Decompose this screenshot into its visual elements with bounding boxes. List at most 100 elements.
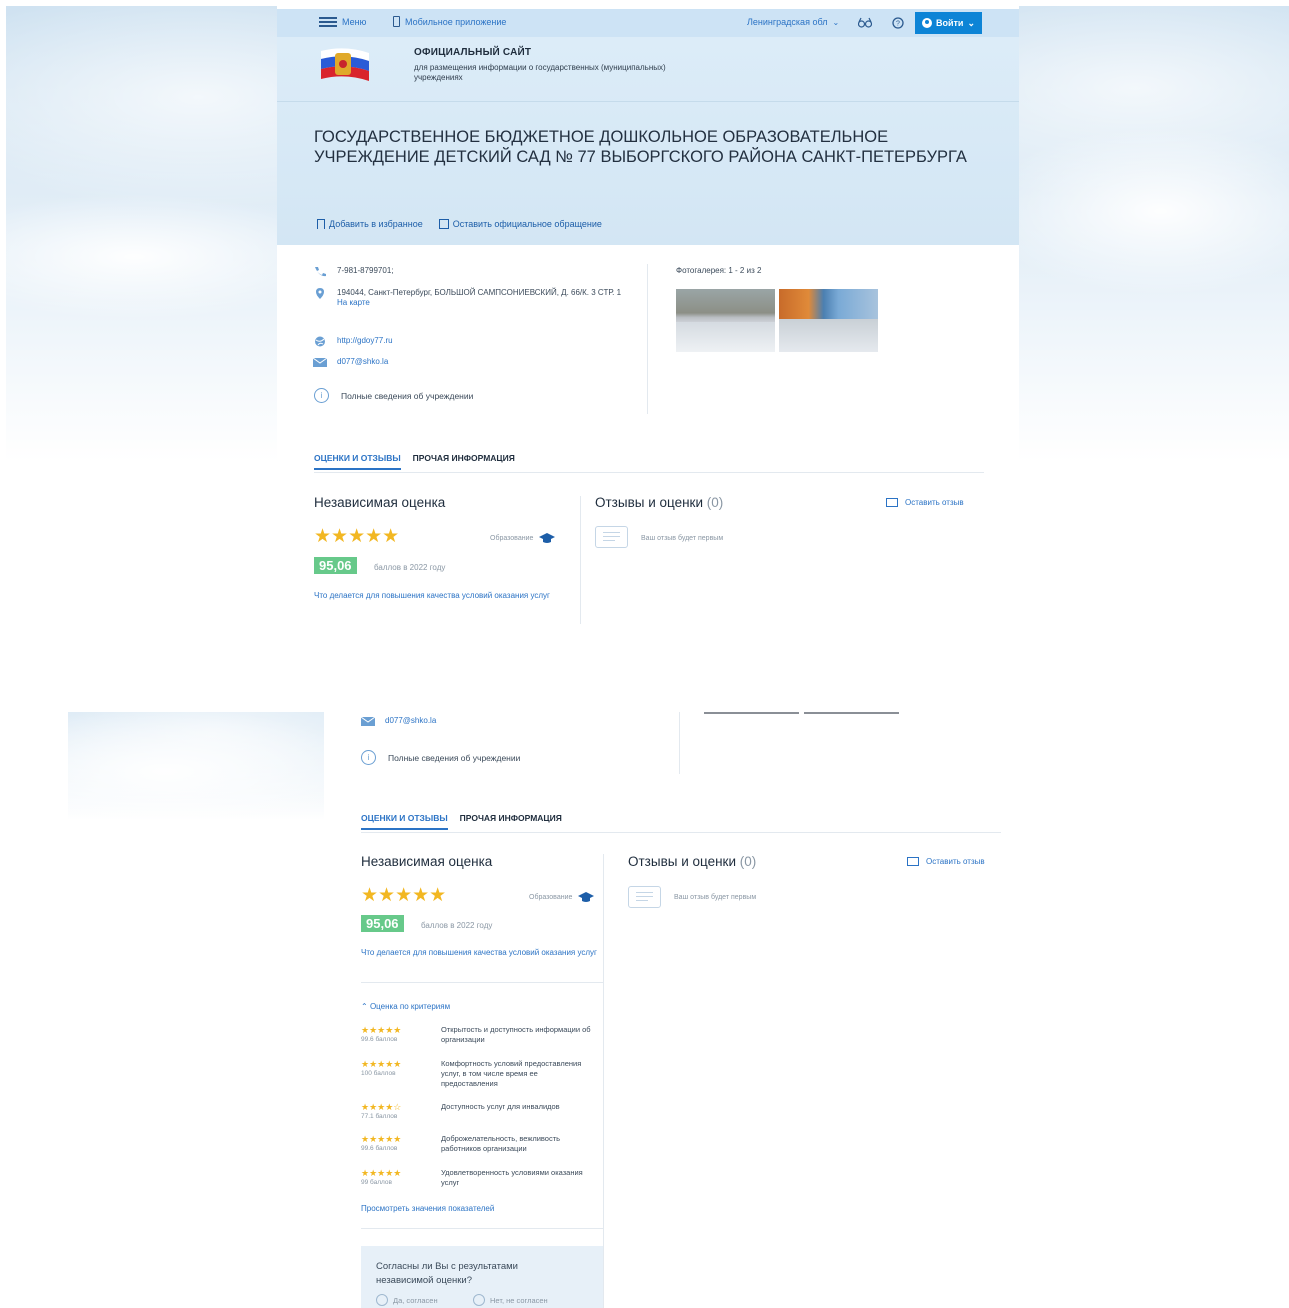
criterion-points: 77.1 баллов bbox=[361, 1113, 398, 1120]
criterion-stars: ★★★★★ bbox=[361, 1025, 402, 1035]
agree-panel: Согласны ли Вы с результатами независимо… bbox=[361, 1246, 604, 1308]
agree-yes-option[interactable]: Да, согласен bbox=[376, 1294, 438, 1306]
reviews-heading: Отзывы и оценки (0) bbox=[628, 854, 756, 869]
location-pin-icon bbox=[316, 288, 324, 299]
category-label: Образование bbox=[529, 893, 573, 901]
email-link[interactable]: d077@shko.la bbox=[337, 357, 388, 366]
quality-improvement-link[interactable]: Что делается для повышения качества усло… bbox=[361, 947, 601, 958]
svg-text:?: ? bbox=[896, 21, 900, 28]
leave-review-button[interactable]: Оставить отзыв bbox=[907, 857, 985, 866]
add-favorite-label: Добавить в избранное bbox=[329, 219, 423, 229]
gallery-photo-2[interactable] bbox=[779, 289, 878, 352]
gallery-photo-2-edge bbox=[804, 712, 899, 714]
agree-no-option[interactable]: Нет, не согласен bbox=[473, 1294, 548, 1306]
independent-score-heading: Независимая оценка bbox=[361, 854, 493, 869]
agree-question: Согласны ли Вы с результатами независимо… bbox=[376, 1261, 518, 1286]
score-stars: ★★★★★ bbox=[361, 886, 446, 905]
login-label: Войти bbox=[935, 18, 964, 28]
quality-improvement-link[interactable]: Что делается для повышения качества усло… bbox=[314, 590, 554, 601]
full-info-link[interactable]: i Полные сведения об учреждении bbox=[361, 750, 520, 765]
contacts-divider bbox=[679, 712, 680, 774]
contacts-divider bbox=[647, 264, 648, 414]
leave-review-label: Оставить отзыв bbox=[926, 857, 985, 866]
score-value-badge: 95,06 bbox=[314, 557, 357, 574]
full-info-label: Полные сведения об учреждении bbox=[341, 390, 474, 401]
criterion-label: Доброжелательность, вежливость работнико… bbox=[441, 1134, 561, 1153]
tabs: ОЦЕНКИ И ОТЗЫВЫ ПРОЧАЯ ИНФОРМАЦИЯ bbox=[361, 813, 562, 830]
header-divider bbox=[277, 101, 1019, 102]
full-info-label: Полные сведения об учреждении bbox=[388, 752, 521, 763]
view-indicators-link[interactable]: Просмотреть значения показателей bbox=[361, 1203, 494, 1214]
first-review-text: Ваш отзыв будет первым bbox=[641, 535, 724, 542]
tabs: ОЦЕНКИ И ОТЗЫВЫ ПРОЧАЯ ИНФОРМАЦИЯ bbox=[314, 453, 515, 470]
mobile-app-label: Мобильное приложение bbox=[405, 16, 507, 27]
check-circle-icon bbox=[376, 1294, 388, 1306]
official-appeal-link[interactable]: Оставить официальное обращение bbox=[438, 219, 602, 229]
region-label: Ленинградская обл bbox=[747, 17, 828, 27]
email-link[interactable]: d077@shko.la bbox=[385, 716, 436, 725]
chevron-down-icon: ⌄ bbox=[967, 17, 976, 28]
criterion-stars: ★★★★★ bbox=[361, 1168, 402, 1178]
organization-title: ГОСУДАРСТВЕННОЕ БЮДЖЕТНОЕ ДОШКОЛЬНОЕ ОБР… bbox=[314, 128, 967, 166]
criteria-toggle-label: Оценка по критериям bbox=[369, 1002, 451, 1011]
mail-icon bbox=[361, 716, 375, 726]
comment-icon bbox=[907, 857, 919, 866]
tab-other-info[interactable]: ПРОЧАЯ ИНФОРМАЦИЯ bbox=[460, 813, 562, 830]
leave-review-button[interactable]: Оставить отзыв bbox=[886, 498, 964, 507]
criterion-stars: ★★★★★ bbox=[361, 1059, 402, 1069]
phone-device-icon bbox=[393, 16, 400, 27]
region-selector[interactable]: Ленинградская обл ⌄ bbox=[747, 17, 839, 27]
reviews-count: (0) bbox=[706, 495, 724, 510]
category-tag: Образование bbox=[490, 533, 556, 543]
edit-icon bbox=[438, 219, 449, 229]
website-link[interactable]: http://gdoy77.ru bbox=[337, 336, 393, 345]
tab-reviews[interactable]: ОЦЕНКИ И ОТЗЫВЫ bbox=[361, 813, 448, 830]
reviews-count: (0) bbox=[739, 854, 757, 869]
page-screenshot-bottom: d077@shko.la i Полные сведения об учрежд… bbox=[324, 712, 1034, 1308]
stars-rating: ★★★★★ bbox=[361, 885, 447, 906]
map-link[interactable]: На карте bbox=[337, 298, 627, 308]
empty-reviews-icon bbox=[628, 886, 661, 908]
glasses-icon[interactable] bbox=[858, 17, 872, 29]
agree-yes-label: Да, согласен bbox=[393, 1295, 438, 1305]
tab-reviews[interactable]: ОЦЕНКИ И ОТЗЫВЫ bbox=[314, 453, 401, 470]
help-icon[interactable]: ? bbox=[892, 17, 906, 29]
criterion-points: 100 баллов bbox=[361, 1070, 396, 1077]
info-icon: i bbox=[361, 750, 376, 765]
score-value-badge: 95,06 bbox=[361, 915, 404, 932]
graduation-cap-icon bbox=[539, 533, 556, 543]
user-icon bbox=[921, 18, 932, 28]
page-header: ОФИЦИАЛЬНЫЙ САЙТ для размещения информац… bbox=[277, 37, 1019, 245]
address-text: 194044, Санкт-Петербург, БОЛЬШОЙ САМПСОН… bbox=[337, 288, 622, 297]
phone-row: 7-981-8799701; bbox=[313, 266, 394, 277]
criterion-label: Комфортность условий предоставления услу… bbox=[441, 1059, 582, 1088]
gallery-photo-1[interactable] bbox=[676, 289, 775, 352]
section-divider bbox=[361, 982, 604, 983]
address-row: 194044, Санкт-Петербург, БОЛЬШОЙ САМПСОН… bbox=[313, 288, 627, 308]
criterion-stars: ★★★★☆ bbox=[361, 1102, 402, 1112]
cross-circle-icon bbox=[473, 1294, 485, 1306]
graduation-cap-icon bbox=[578, 892, 595, 902]
criteria-toggle[interactable]: ⌃ Оценка по критериям bbox=[361, 1002, 450, 1011]
header-actions: Добавить в избранное Оставить официально… bbox=[317, 219, 602, 229]
site-subtitle: для размещения информации о государствен… bbox=[414, 63, 666, 82]
email-row: d077@shko.la bbox=[361, 716, 436, 727]
coat-of-arms-flag-logo[interactable] bbox=[315, 47, 395, 87]
website-row: http://gdoy77.ru bbox=[313, 336, 393, 347]
comment-icon bbox=[886, 498, 898, 507]
globe-icon bbox=[315, 336, 325, 347]
tabs-underline bbox=[314, 472, 984, 473]
mobile-app-link[interactable]: Мобильное приложение bbox=[393, 16, 506, 27]
menu-button[interactable]: Меню bbox=[319, 17, 366, 27]
phone-text: 7-981-8799701; bbox=[337, 266, 394, 275]
full-info-link[interactable]: i Полные сведения об учреждении bbox=[314, 388, 473, 403]
category-label: Образование bbox=[490, 534, 534, 542]
login-button[interactable]: Войти ⌄ bbox=[915, 12, 982, 34]
mail-icon bbox=[313, 357, 327, 367]
top-bar: Меню Мобильное приложение Ленинградская … bbox=[277, 9, 1019, 37]
add-favorite-link[interactable]: Добавить в избранное bbox=[317, 219, 423, 229]
agree-no-label: Нет, не согласен bbox=[490, 1295, 548, 1305]
hamburger-icon bbox=[319, 17, 337, 27]
tab-other-info[interactable]: ПРОЧАЯ ИНФОРМАЦИЯ bbox=[413, 453, 515, 470]
gallery-photo-1-edge bbox=[704, 712, 799, 714]
